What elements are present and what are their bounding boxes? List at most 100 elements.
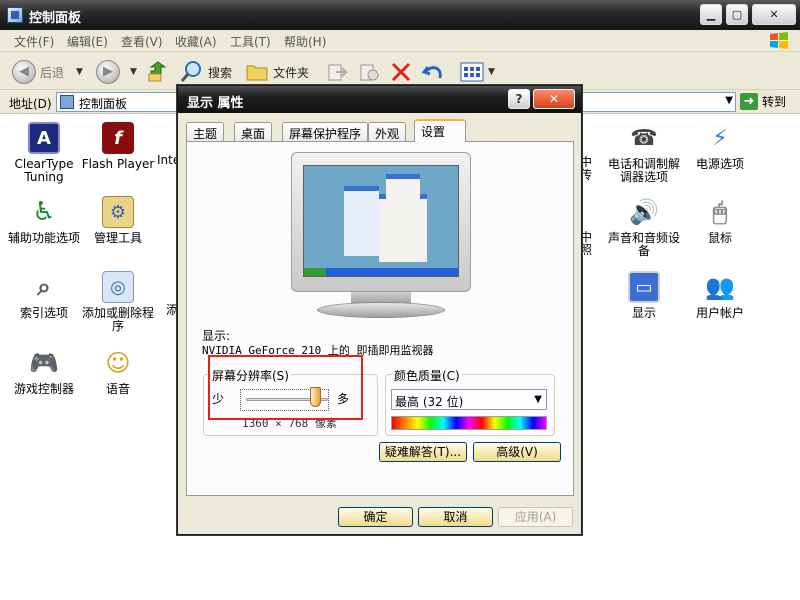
icon-label: 游戏控制器 bbox=[13, 382, 74, 396]
icon-mouse[interactable]: 🖱 鼠标 bbox=[682, 196, 758, 245]
icon-label: 声音和音频设备 bbox=[607, 231, 680, 258]
icon-power-options[interactable]: ⚡ 电源选项 bbox=[682, 122, 758, 171]
icon-label: 用户帐户 bbox=[695, 306, 744, 320]
mouse-icon: 🖱 bbox=[704, 196, 736, 228]
chevron-down-icon: ▼ bbox=[534, 394, 542, 405]
window-title: 控制面板 bbox=[29, 11, 82, 26]
forward-button[interactable]: ▶ ▼ bbox=[96, 59, 137, 85]
menu-tools[interactable]: 工具(T) bbox=[230, 33, 271, 50]
tab-appearance[interactable]: 外观 bbox=[368, 122, 407, 141]
go-arrow-icon: ➜ bbox=[740, 93, 758, 110]
move-to-icon bbox=[328, 64, 348, 81]
icon-label: 电话和调制解调器选项 bbox=[607, 157, 680, 184]
tab-desktop[interactable]: 桌面 bbox=[234, 122, 273, 141]
icon-add-remove-programs[interactable]: ◎ 添加或删除程序 bbox=[80, 271, 156, 333]
icon-admin-tools[interactable]: ⚙ 管理工具 bbox=[80, 196, 156, 245]
menu-view[interactable]: 查看(V) bbox=[121, 33, 163, 50]
flash-icon: f bbox=[102, 122, 134, 154]
close-button[interactable]: ✕ bbox=[752, 4, 796, 25]
monitor-preview bbox=[291, 152, 471, 292]
icon-label: 电源选项 bbox=[695, 157, 744, 171]
icon-partial-zhao[interactable]: 中照 bbox=[580, 231, 600, 257]
control-panel-icon bbox=[7, 7, 23, 23]
icon-indexing[interactable]: ⌕ 索引选项 bbox=[6, 271, 82, 320]
control-panel-icon bbox=[60, 95, 74, 109]
color-quality-select[interactable]: 最高 (32 位) ▼ bbox=[391, 389, 547, 410]
magnifier-icon: ⌕ bbox=[28, 271, 60, 303]
icon-label: ClearType Tuning bbox=[14, 157, 74, 184]
chevron-down-icon: ▼ bbox=[76, 67, 83, 77]
troubleshoot-button[interactable]: 疑难解答(T)... bbox=[379, 442, 467, 462]
icon-phone-modem[interactable]: ☎ 电话和调制解调器选项 bbox=[606, 122, 682, 184]
power-plug-icon: ⚡ bbox=[704, 122, 736, 154]
address-value: 控制面板 bbox=[79, 97, 128, 111]
chevron-down-icon: ▼ bbox=[130, 67, 137, 77]
apply-button[interactable]: 应用(A) bbox=[498, 507, 573, 527]
undo-button[interactable] bbox=[422, 59, 444, 85]
speaker-icon: 🔊 bbox=[628, 196, 660, 228]
icon-flash-player[interactable]: f Flash Player bbox=[80, 122, 156, 171]
icon-speech[interactable]: ☺ 语音 bbox=[80, 347, 156, 396]
icon-display[interactable]: ▭ 显示 bbox=[606, 271, 682, 320]
icon-accessibility[interactable]: ♿ 辅助功能选项 bbox=[6, 196, 82, 245]
forward-arrow-icon: ▶ bbox=[96, 60, 120, 84]
icon-cleartype[interactable]: A ClearType Tuning bbox=[6, 122, 82, 184]
color-quality-group: 颜色质量(C) 最高 (32 位) ▼ bbox=[385, 367, 555, 436]
up-folder-button[interactable] bbox=[147, 59, 169, 85]
internet-icon bbox=[157, 122, 177, 154]
move-to-button[interactable] bbox=[326, 59, 348, 85]
minimize-button[interactable]: ▁ bbox=[700, 4, 722, 25]
icon-game-controllers[interactable]: 🎮 游戏控制器 bbox=[6, 347, 82, 396]
windows-logo-icon bbox=[770, 32, 788, 49]
address-label: 地址(D) bbox=[9, 97, 52, 111]
icon-user-accounts[interactable]: 👥 用户帐户 bbox=[682, 271, 758, 320]
maximize-button[interactable]: ▢ bbox=[726, 4, 748, 25]
menu-file[interactable]: 文件(F) bbox=[14, 33, 54, 50]
icon-internet[interactable]: Inte bbox=[157, 122, 177, 167]
search-label: 搜索 bbox=[208, 65, 233, 80]
chevron-down-icon[interactable]: ▼ bbox=[725, 95, 733, 106]
admin-tools-icon: ⚙ bbox=[102, 196, 134, 228]
menu-help[interactable]: 帮助(H) bbox=[284, 33, 326, 50]
ok-button[interactable]: 确定 bbox=[338, 507, 413, 527]
menu-favorites[interactable]: 收藏(A) bbox=[175, 33, 217, 50]
dialog-titlebar: 显示 属性 ? ✕ bbox=[178, 86, 581, 113]
speech-person-icon: ☺ bbox=[102, 347, 134, 379]
help-button[interactable]: ? bbox=[508, 89, 530, 109]
tab-screensaver[interactable]: 屏幕保护程序 bbox=[282, 122, 369, 141]
go-button[interactable]: ➜ 转到 bbox=[740, 93, 786, 110]
cleartype-icon: A bbox=[28, 122, 60, 154]
cancel-button[interactable]: 取消 bbox=[418, 507, 493, 527]
color-quality-value: 最高 (32 位) bbox=[395, 395, 464, 409]
folders-label: 文件夹 bbox=[273, 65, 310, 80]
display-properties-dialog: 显示 属性 ? ✕ 主题 桌面 屏幕保护程序 外观 设置 显示: NVIDIA … bbox=[177, 85, 582, 535]
dialog-title: 显示 属性 bbox=[187, 96, 244, 111]
search-button[interactable]: 搜索 bbox=[180, 59, 232, 85]
tab-themes[interactable]: 主题 bbox=[186, 122, 225, 141]
copy-to-button[interactable] bbox=[358, 59, 380, 85]
advanced-button[interactable]: 高级(V) bbox=[473, 442, 561, 462]
back-arrow-icon: ◀ bbox=[12, 60, 36, 84]
color-quality-label: 颜色质量(C) bbox=[392, 367, 462, 384]
views-button[interactable]: ▼ bbox=[460, 59, 495, 85]
icon-sounds-audio[interactable]: 🔊 声音和音频设备 bbox=[606, 196, 682, 258]
folders-button[interactable]: 文件夹 bbox=[245, 59, 309, 85]
search-icon bbox=[180, 61, 201, 82]
icon-label: 辅助功能选项 bbox=[7, 231, 80, 245]
menu-edit[interactable]: 编辑(E) bbox=[67, 33, 108, 50]
delete-button[interactable] bbox=[390, 59, 412, 85]
copy-to-icon bbox=[360, 64, 379, 81]
back-button[interactable]: ◀ 后退 ▼ bbox=[12, 59, 83, 85]
phone-icon: ☎ bbox=[628, 122, 660, 154]
back-label: 后退 bbox=[40, 65, 65, 80]
icon-label: 鼠标 bbox=[707, 231, 732, 245]
gamepad-icon: 🎮 bbox=[28, 347, 60, 379]
icon-label: 管理工具 bbox=[93, 231, 142, 245]
icon-label: Flash Player bbox=[81, 157, 155, 171]
tab-settings[interactable]: 设置 bbox=[414, 119, 466, 142]
icon-partial-chuan[interactable]: 中传 bbox=[580, 156, 600, 182]
chevron-down-icon: ▼ bbox=[488, 67, 495, 77]
users-icon: 👥 bbox=[704, 271, 736, 303]
accessibility-icon: ♿ bbox=[28, 196, 60, 228]
dialog-close-button[interactable]: ✕ bbox=[533, 89, 575, 109]
